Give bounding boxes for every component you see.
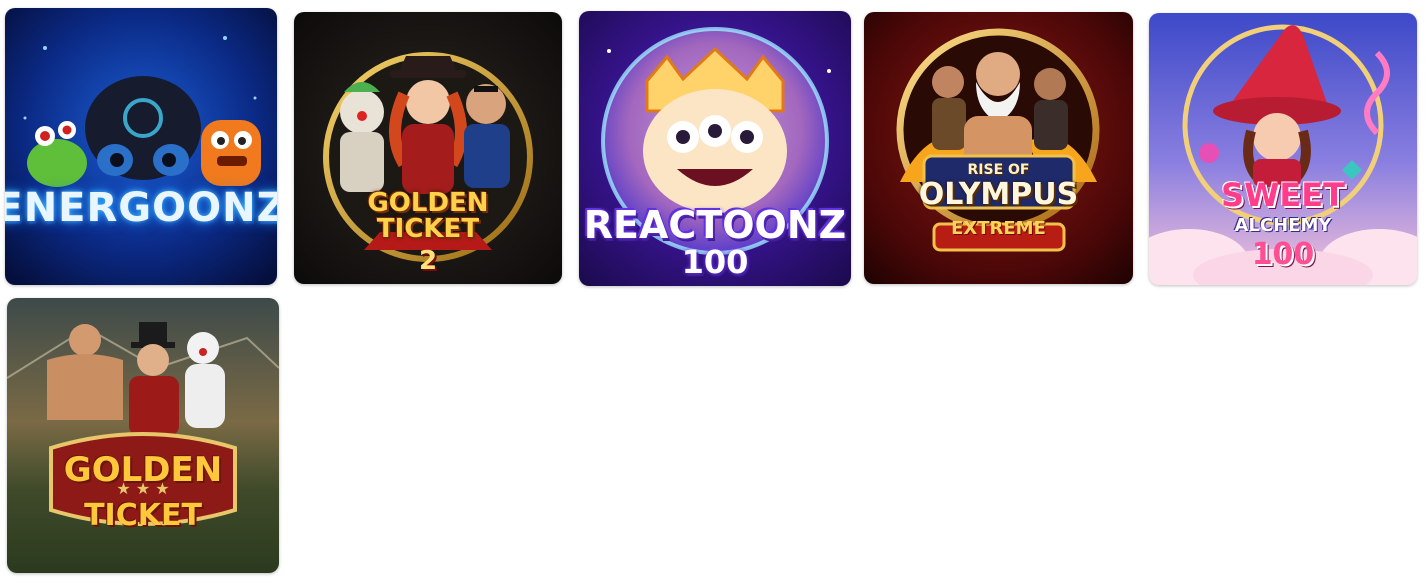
game-tile-rise-of-olympus-extreme[interactable]: RISE OF OLYMPUS EXTREME bbox=[864, 12, 1133, 284]
game-artwork bbox=[864, 12, 1133, 284]
svg-text:★ ★ ★: ★ ★ ★ bbox=[116, 479, 169, 498]
game-artwork bbox=[294, 12, 562, 284]
game-tile-reactoonz-100[interactable]: REACTOONZ 100 bbox=[579, 11, 851, 286]
game-artwork bbox=[1149, 13, 1417, 285]
game-tile-sweet-alchemy-100[interactable]: SWEET ALCHEMY 100 bbox=[1149, 13, 1417, 285]
game-tile-energoonz[interactable]: ENERGOONZ bbox=[5, 8, 277, 285]
game-tile-golden-ticket-2[interactable]: GOLDEN TICKET 2 bbox=[294, 12, 562, 284]
game-artwork: ★ ★ ★ bbox=[7, 298, 279, 573]
game-tile-golden-ticket[interactable]: ★ ★ ★ GOLDEN TICKET bbox=[7, 298, 279, 573]
game-artwork bbox=[5, 8, 277, 285]
game-artwork bbox=[579, 11, 851, 286]
